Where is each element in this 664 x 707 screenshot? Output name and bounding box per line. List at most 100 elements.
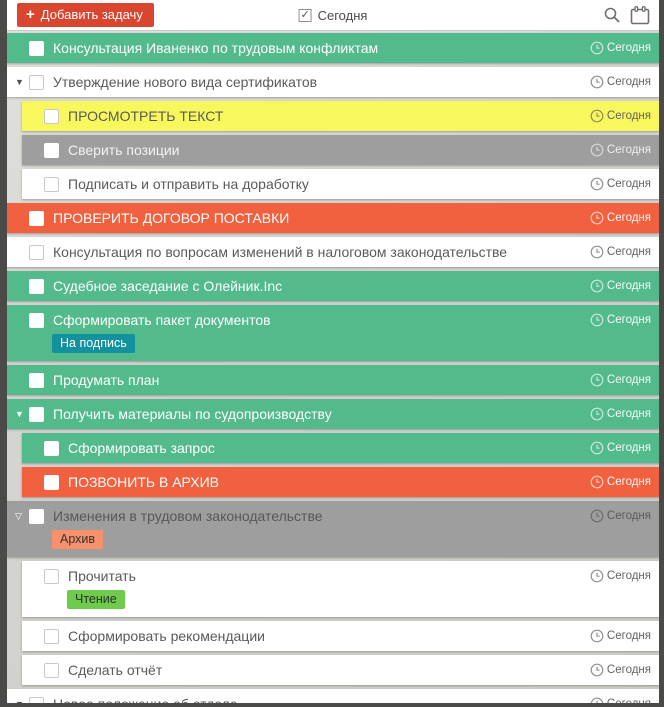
calendar-icon[interactable] — [630, 6, 650, 25]
due-date: Сегодня — [590, 279, 651, 293]
task-row-main: ▼ Получить материалы по судопроизводству… — [7, 399, 659, 429]
badge-row: Архив — [7, 530, 659, 549]
due-label: Сегодня — [607, 212, 651, 224]
add-task-button[interactable]: + Добавить задачу — [17, 3, 154, 27]
due-label: Сегодня — [607, 442, 651, 454]
task-row[interactable]: Сформировать пакет документов Сегодня На… — [7, 305, 659, 361]
task-row[interactable]: Консультация по вопросам изменений в нал… — [7, 237, 659, 267]
task-row[interactable]: ПРОВЕРИТЬ ДОГОВОР ПОСТАВКИ Сегодня — [7, 203, 659, 233]
due-date: Сегодня — [590, 697, 651, 703]
task-title: Консультация Иваненко по трудовым конфли… — [53, 40, 378, 56]
clock-icon — [590, 109, 604, 123]
task-row[interactable]: ПОЗВОНИТЬ В АРХИВ Сегодня — [22, 467, 659, 497]
task-checkbox[interactable] — [29, 407, 44, 422]
badge-row: На подпись — [7, 334, 659, 353]
search-icon[interactable] — [603, 6, 621, 24]
collapse-arrow-icon[interactable]: ▽ — [15, 512, 29, 521]
task-title: Утверждение нового вида сертификатов — [53, 74, 317, 90]
task-checkbox[interactable] — [44, 143, 59, 158]
due-date: Сегодня — [590, 75, 651, 89]
task-row[interactable]: Подписать и отправить на доработку Сегод… — [22, 169, 659, 199]
task-row[interactable]: ПРОСМОТРЕТЬ ТЕКСТ Сегодня — [22, 101, 659, 131]
clock-icon — [590, 373, 604, 387]
clock-icon — [590, 211, 604, 225]
clock-icon — [590, 245, 604, 259]
task-row[interactable]: Сформировать запрос Сегодня — [22, 433, 659, 463]
task-badge[interactable]: На подпись — [52, 334, 135, 353]
task-row[interactable]: ▽ Изменения в трудовом законодательстве … — [7, 501, 659, 557]
task-checkbox[interactable] — [29, 373, 44, 388]
due-label: Сегодня — [607, 246, 651, 258]
task-title: Прочитать — [68, 568, 136, 584]
task-row[interactable]: ▼ Получить материалы по судопроизводству… — [7, 399, 659, 429]
task-badge[interactable]: Чтение — [67, 590, 125, 609]
clock-icon — [590, 441, 604, 455]
task-row[interactable]: Прочитать Сегодня Чтение — [22, 561, 659, 617]
task-row-main: ПРОСМОТРЕТЬ ТЕКСТ Сегодня — [22, 101, 659, 131]
due-label: Сегодня — [607, 280, 651, 292]
task-title: Консультация по вопросам изменений в нал… — [53, 244, 507, 260]
task-row-main: Консультация Иваненко по трудовым конфли… — [7, 33, 659, 63]
task-row-main: ▼ Новое положение об отделе Сегодня — [7, 689, 659, 703]
due-date: Сегодня — [590, 245, 651, 259]
task-checkbox[interactable] — [44, 663, 59, 678]
due-date: Сегодня — [590, 41, 651, 55]
collapse-arrow-icon[interactable]: ▼ — [15, 78, 29, 87]
task-row[interactable]: Судебное заседание с Олейник.Inc Сегодня — [7, 271, 659, 301]
task-checkbox[interactable] — [29, 75, 44, 90]
task-row[interactable]: Консультация Иваненко по трудовым конфли… — [7, 33, 659, 63]
due-label: Сегодня — [607, 42, 651, 54]
task-row[interactable]: Сверить позиции Сегодня — [22, 135, 659, 165]
task-title: ПОЗВОНИТЬ В АРХИВ — [68, 474, 219, 490]
task-checkbox[interactable] — [29, 697, 44, 704]
due-label: Сегодня — [607, 698, 651, 703]
due-label: Сегодня — [607, 630, 651, 642]
task-checkbox[interactable] — [44, 441, 59, 456]
task-row[interactable]: Продумать план Сегодня — [7, 365, 659, 395]
task-row[interactable]: Сделать отчёт Сегодня — [22, 655, 659, 685]
clock-icon — [590, 279, 604, 293]
due-date: Сегодня — [590, 509, 651, 523]
task-checkbox[interactable] — [44, 569, 59, 584]
add-task-label: Добавить задачу — [41, 7, 143, 22]
collapse-arrow-icon[interactable]: ▼ — [15, 700, 29, 704]
task-badge[interactable]: Архив — [52, 530, 103, 549]
due-date: Сегодня — [590, 373, 651, 387]
clock-icon — [590, 407, 604, 421]
task-checkbox[interactable] — [44, 109, 59, 124]
task-row[interactable]: Сформировать рекомендации Сегодня — [22, 621, 659, 651]
task-row[interactable]: ▼ Новое положение об отделе Сегодня — [7, 689, 659, 703]
due-label: Сегодня — [607, 664, 651, 676]
task-title: Изменения в трудовом законодательстве — [53, 508, 323, 524]
due-date: Сегодня — [590, 441, 651, 455]
task-title: ПРОСМОТРЕТЬ ТЕКСТ — [68, 108, 223, 124]
clock-icon — [590, 313, 604, 327]
clock-icon — [590, 663, 604, 677]
task-checkbox[interactable] — [29, 279, 44, 294]
today-filter-checkbox[interactable]: ✓ — [299, 9, 312, 22]
clock-icon — [590, 75, 604, 89]
collapse-arrow-icon[interactable]: ▼ — [15, 410, 29, 419]
task-checkbox[interactable] — [29, 313, 44, 328]
task-row[interactable]: ▼ Утверждение нового вида сертификатов С… — [7, 67, 659, 97]
task-row-main: Сделать отчёт Сегодня — [22, 655, 659, 685]
due-date: Сегодня — [590, 313, 651, 327]
task-row-main: Продумать план Сегодня — [7, 365, 659, 395]
task-title: Сделать отчёт — [68, 662, 162, 678]
clock-icon — [590, 41, 604, 55]
app-window: + Добавить задачу ✓ Сегодня Консультация… — [0, 0, 664, 707]
task-checkbox[interactable] — [29, 509, 44, 524]
task-checkbox[interactable] — [29, 41, 44, 56]
due-label: Сегодня — [607, 510, 651, 522]
clock-icon — [590, 629, 604, 643]
task-checkbox[interactable] — [44, 177, 59, 192]
due-date: Сегодня — [590, 663, 651, 677]
due-label: Сегодня — [607, 314, 651, 326]
task-checkbox[interactable] — [44, 475, 59, 490]
task-row-main: ▽ Изменения в трудовом законодательстве … — [7, 501, 659, 531]
task-checkbox[interactable] — [44, 629, 59, 644]
due-date: Сегодня — [590, 177, 651, 191]
task-title: Продумать план — [53, 372, 159, 388]
task-checkbox[interactable] — [29, 211, 44, 226]
task-checkbox[interactable] — [29, 245, 44, 260]
